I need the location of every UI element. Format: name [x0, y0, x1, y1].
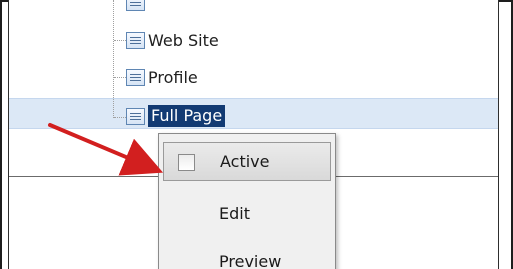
menu-item-label: Active [220, 152, 270, 171]
tree-item-profile[interactable]: Profile [126, 66, 198, 88]
page-icon [126, 68, 145, 86]
page-icon [126, 107, 145, 125]
tree-item-label: Profile [148, 67, 198, 87]
tree-branch [114, 40, 126, 41]
tree-branch [114, 117, 126, 118]
menu-item-preview[interactable]: Preview [159, 242, 335, 269]
menu-item-edit[interactable]: Edit [159, 194, 335, 233]
tree-item-full-page[interactable]: Full Page [126, 105, 226, 127]
page-icon [126, 0, 145, 11]
tree-item-web-site[interactable]: Web Site [126, 29, 219, 51]
menu-item-label: Preview [219, 252, 282, 269]
menu-item-active[interactable]: Active [163, 142, 331, 181]
context-menu: Active Edit Preview [158, 133, 336, 269]
tree-panel: Web Site Profile Full Page A Active Edit… [8, 0, 499, 269]
tree-branch [114, 77, 126, 78]
page-icon [126, 31, 145, 49]
checkbox-icon[interactable] [178, 154, 195, 171]
menu-item-label: Edit [219, 204, 250, 223]
tree-item-label: Full Page [148, 105, 226, 127]
tree-item-label: Web Site [148, 30, 219, 50]
tree-connector [113, 0, 114, 118]
